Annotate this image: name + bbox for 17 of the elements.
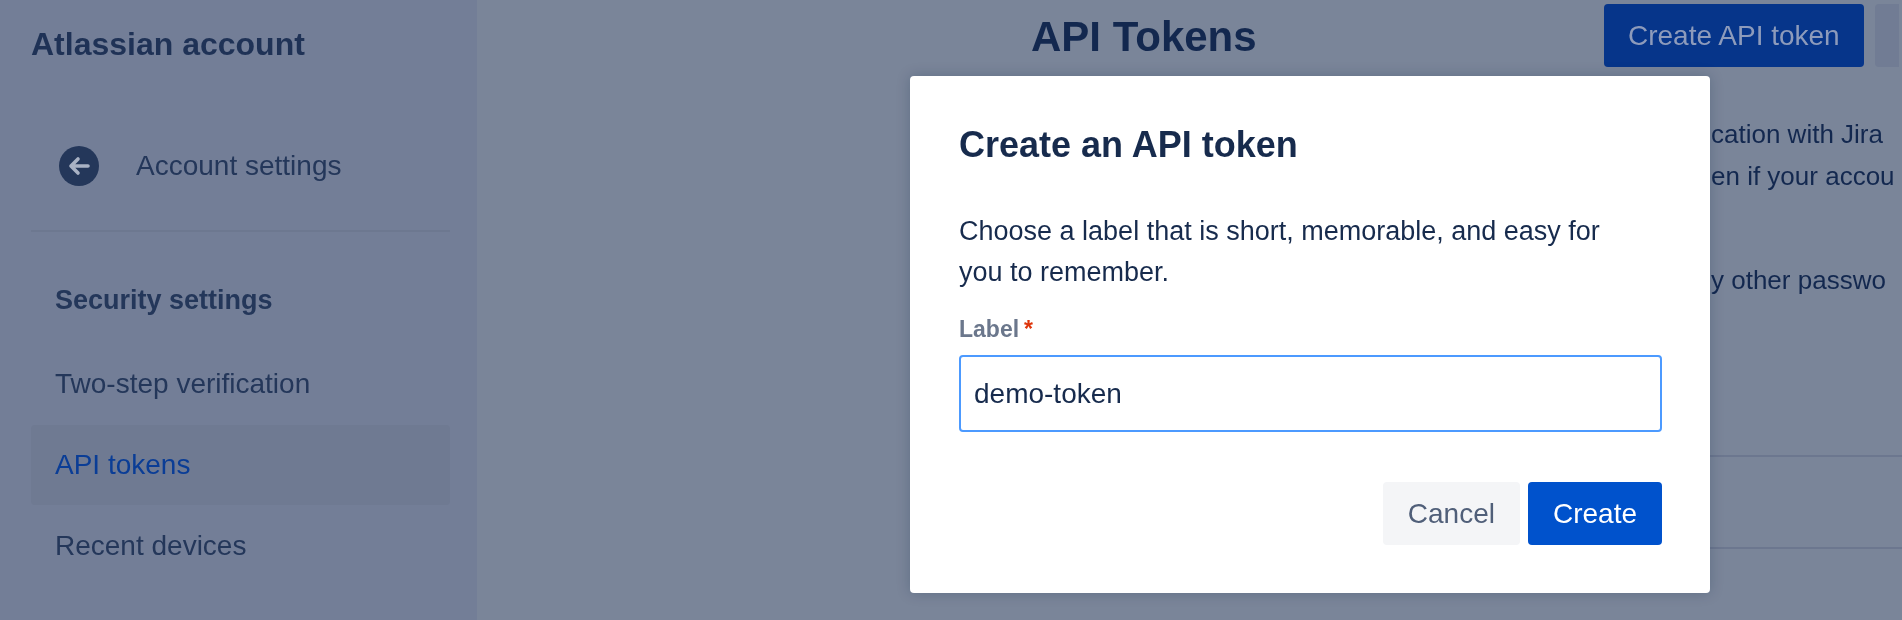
description-text: cation with Jira en if your accou	[1711, 118, 1896, 193]
field-label: Label	[959, 315, 1020, 343]
nav-item[interactable]: Recent devices	[31, 506, 450, 586]
cancel-button[interactable]: Cancel	[1382, 482, 1520, 545]
label-input[interactable]: demo-token	[959, 355, 1662, 432]
account-settings-link[interactable]: Account settings	[59, 146, 342, 186]
dialog-description: Choose a label that is short, memorable, and easy for you to remember.	[959, 215, 1601, 289]
create-token-button[interactable]: Create API token	[1604, 4, 1864, 67]
create-button[interactable]: Create	[1527, 482, 1662, 545]
nav-item[interactable]: API tokens	[31, 425, 450, 505]
description-text: y other passwo	[1711, 264, 1887, 297]
nav-item[interactable]: Two-step verification	[31, 344, 450, 424]
account-title: Atlassian account	[31, 26, 305, 62]
page-title: API Tokens	[1031, 14, 1258, 60]
section-heading: Security settings	[55, 285, 273, 315]
required-mark: *	[1024, 315, 1034, 343]
dialog-title: Create an API token	[959, 124, 1298, 166]
